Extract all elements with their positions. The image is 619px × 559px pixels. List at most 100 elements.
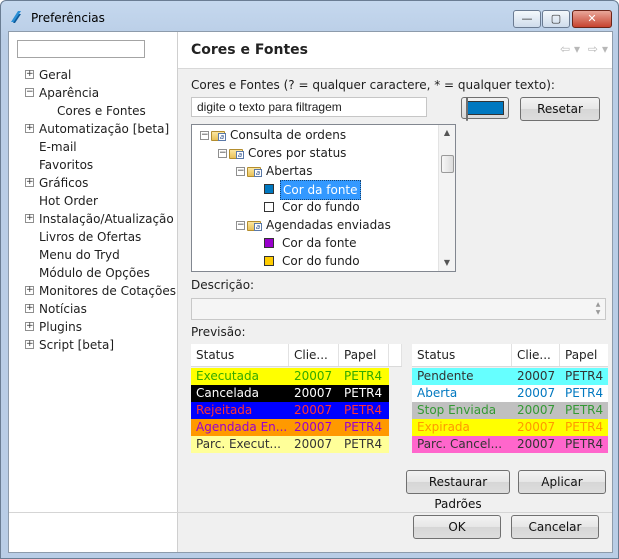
sidebar-item[interactable]: Livros de Ofertas <box>9 228 177 246</box>
back-dropdown-icon[interactable]: ▾ <box>574 42 580 56</box>
description-field[interactable]: ▲ ▼ <box>191 298 606 320</box>
table-cell: PETR4 <box>560 385 608 402</box>
tree-scrollbar[interactable]: ▲ ▼ <box>438 125 455 271</box>
sidebar-item-label: Favoritos <box>39 158 94 172</box>
column-header-status[interactable]: Status <box>191 344 289 366</box>
reset-button-label: Resetar <box>537 102 583 116</box>
collapse-icon[interactable]: − <box>218 149 227 158</box>
sidebar-item[interactable]: + Monitores de Cotações <box>9 282 177 300</box>
sidebar-item-label: Geral <box>39 68 72 82</box>
tree-folder-item[interactable]: − a Consulta de ordens <box>192 126 438 144</box>
description-label: Descrição: <box>191 278 255 292</box>
scroll-down-icon[interactable]: ▼ <box>439 255 455 271</box>
sidebar-item[interactable]: Hot Order <box>9 192 177 210</box>
table-cell: 20007 <box>289 419 339 436</box>
close-button[interactable]: ✕ <box>572 10 612 28</box>
scroll-thumb[interactable] <box>441 155 454 173</box>
column-header-client[interactable]: Clie... <box>289 344 339 366</box>
forward-arrow-icon[interactable]: ⇨ <box>588 42 598 56</box>
sidebar-item[interactable]: − Aparência <box>9 84 177 102</box>
expand-icon[interactable]: + <box>25 322 34 331</box>
sidebar-item[interactable]: + Plugins <box>9 318 177 336</box>
tree-folder-item[interactable]: − a Cores por status <box>192 144 438 162</box>
sidebar-item[interactable]: E-mail <box>9 138 177 156</box>
sidebar-item-label: Plugins <box>39 320 82 334</box>
expand-icon[interactable]: + <box>25 214 34 223</box>
table-row: Stop Enviada 20007 PETR4 <box>412 402 608 419</box>
table-cell: 20007 <box>289 385 339 402</box>
tree-item-label: Agendadas enviadas <box>266 218 391 232</box>
apply-button[interactable]: Aplicar <box>518 470 606 494</box>
scroll-up-icon[interactable]: ▲ <box>439 125 455 141</box>
maximize-button[interactable]: ▢ <box>542 10 570 28</box>
column-header-ticker[interactable]: Papel <box>339 344 389 366</box>
collapse-icon[interactable]: − <box>236 221 245 230</box>
tree-folder-item[interactable]: − a Abertas <box>192 162 438 180</box>
sidebar-item[interactable]: + Script [beta] <box>9 336 177 354</box>
ok-button-label: OK <box>448 520 466 534</box>
column-header-ticker[interactable]: Papel <box>560 344 608 366</box>
title-bar[interactable]: Preferências — ▢ ✕ <box>1 1 618 31</box>
window-title: Preferências <box>31 11 105 25</box>
tree-item-label: Cor do fundo <box>282 200 360 214</box>
table-row: Expirada 20007 PETR4 <box>412 419 608 436</box>
nav-tree: + Geral − Aparência Cores e Fontes + Automatiz… <box>9 66 177 354</box>
cancel-button[interactable]: Cancelar <box>511 515 599 539</box>
apply-button-label: Aplicar <box>541 475 583 489</box>
tree-item-label: Cor da fonte <box>282 236 357 250</box>
sidebar-item[interactable]: Menu do Tryd <box>9 246 177 264</box>
color-swatch-icon <box>264 238 274 248</box>
column-header-status[interactable]: Status <box>412 344 512 366</box>
minimize-button[interactable]: — <box>513 10 541 28</box>
expand-icon[interactable]: + <box>25 70 34 79</box>
table-cell: PETR4 <box>560 368 608 385</box>
settings-panel: Cores e Fontes ⇦ ▾ ⇨ ▾ Cores e Fontes (? =… <box>178 32 612 552</box>
expand-icon[interactable]: + <box>25 178 34 187</box>
sidebar-item[interactable]: Módulo de Opções <box>9 264 177 282</box>
collapse-icon[interactable]: − <box>236 167 245 176</box>
sidebar-item-label: Gráficos <box>39 176 89 190</box>
sidebar-item[interactable]: Cores e Fontes <box>9 102 177 120</box>
color-picker-button[interactable] <box>461 97 509 119</box>
tree-color-item[interactable]: Cor do fundo <box>192 198 438 216</box>
footer-separator <box>9 512 612 513</box>
table-cell: PETR4 <box>339 402 389 419</box>
expand-icon[interactable]: + <box>25 286 34 295</box>
preview-grid-left: Status Clie... Papel Executada 20007 PETR4… <box>191 344 402 454</box>
minimize-icon: — <box>521 12 533 25</box>
tree-color-item[interactable]: Cor do fundo <box>192 252 438 270</box>
filter-input[interactable] <box>191 97 427 117</box>
back-arrow-icon[interactable]: ⇦ <box>560 42 570 56</box>
sidebar-item-label: Automatização [beta] <box>39 122 170 136</box>
color-swatch-icon <box>264 184 274 194</box>
sidebar-item[interactable]: + Geral <box>9 66 177 84</box>
expand-icon[interactable]: + <box>25 340 34 349</box>
expand-icon[interactable]: + <box>25 124 34 133</box>
forward-dropdown-icon[interactable]: ▾ <box>602 42 608 56</box>
sidebar-item-label: Livros de Ofertas <box>39 230 142 244</box>
table-cell: 20007 <box>512 402 560 419</box>
tree-color-item[interactable]: Cor da fonte <box>192 234 438 252</box>
table-cell: PETR4 <box>560 436 608 453</box>
table-cell: PETR4 <box>560 419 608 436</box>
sidebar-item[interactable]: + Automatização [beta] <box>9 120 177 138</box>
preview-left-header: Status Clie... Papel <box>191 344 402 367</box>
tree-color-item[interactable]: Cor da fonte <box>192 180 438 200</box>
sidebar-item[interactable]: + Notícias <box>9 300 177 318</box>
colors-tree: − a Consulta de ordens − a Cores por status − a… <box>191 124 456 272</box>
font-folder-icon: a <box>229 147 244 159</box>
tree-folder-item[interactable]: − a Agendadas enviadas <box>192 216 438 234</box>
column-header-client[interactable]: Clie... <box>512 344 560 366</box>
reset-button[interactable]: Resetar <box>520 97 600 121</box>
collapse-icon[interactable]: − <box>200 131 209 140</box>
table-cell: 20007 <box>512 419 560 436</box>
collapse-icon[interactable]: − <box>25 88 34 97</box>
sidebar-item[interactable]: Favoritos <box>9 156 177 174</box>
expand-icon[interactable]: + <box>25 304 34 313</box>
preview-grid-right: Status Clie... Papel Pendente 20007 PETR4 A… <box>412 344 608 454</box>
sidebar-item[interactable]: + Gráficos <box>9 174 177 192</box>
ok-button[interactable]: OK <box>413 515 501 539</box>
nav-search-input[interactable] <box>17 40 145 58</box>
sidebar-item[interactable]: + Instalação/Atualização <box>9 210 177 228</box>
restore-defaults-button[interactable]: Restaurar Padrões <box>406 470 510 511</box>
